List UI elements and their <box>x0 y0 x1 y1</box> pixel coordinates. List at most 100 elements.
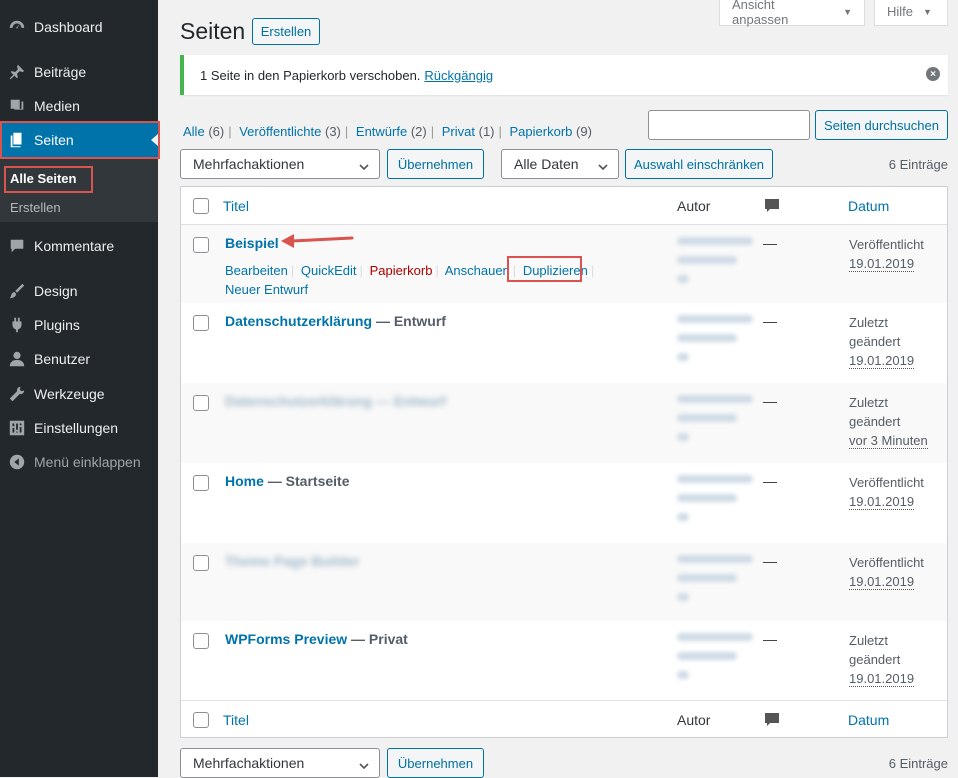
chevron-down-icon <box>359 159 369 171</box>
plugin-icon <box>0 316 34 334</box>
row-title-link[interactable]: Home <box>225 473 264 489</box>
comment-count: — <box>763 631 777 647</box>
pin-icon <box>0 63 34 81</box>
date-filter-select[interactable]: Alle Daten <box>501 149 619 179</box>
author-blurred <box>677 237 753 294</box>
menu-einstellungen[interactable]: Einstellungen <box>0 411 158 445</box>
column-date[interactable]: Datum <box>848 712 889 728</box>
row-title-link[interactable]: Datenschutzerklärung <box>225 313 372 329</box>
item-count: 6 Einträge <box>888 157 948 172</box>
search-pages-button[interactable]: Seiten durchsuchen <box>815 110 948 140</box>
author-blurred <box>677 315 753 372</box>
author-blurred <box>677 633 753 690</box>
screen-options-button[interactable]: Ansicht anpassen ▼ <box>719 0 865 27</box>
view-private[interactable]: Privat (1) <box>442 124 495 139</box>
item-count-bottom: 6 Einträge <box>888 756 948 771</box>
pages-table: Titel Autor Datum Beispiel Bearbeiten | Q… <box>180 186 948 738</box>
view-drafts[interactable]: Entwürfe (2) <box>356 124 427 139</box>
collapse-icon <box>0 453 34 471</box>
menu-seiten[interactable]: Seiten <box>0 123 159 157</box>
brush-icon <box>0 282 34 300</box>
action-quickedit[interactable]: QuickEdit <box>301 263 357 278</box>
select-all-checkbox[interactable] <box>193 712 209 728</box>
comment-bubble-icon <box>764 198 780 214</box>
row-date: Veröffentlicht 19.01.2019 <box>849 475 924 510</box>
table-row: Theme Page Builder — Veröffentlicht 19.01… <box>181 543 947 621</box>
row-checkbox[interactable] <box>193 633 209 649</box>
author-blurred <box>677 395 753 452</box>
dismiss-notice-icon[interactable]: × <box>926 67 940 81</box>
pages-icon <box>0 131 34 149</box>
table-row: WPForms Preview — Privat — Zuletzt geänd… <box>181 621 947 700</box>
filter-apply-button[interactable]: Auswahl einschränken <box>625 149 773 179</box>
menu-collapse[interactable]: Menü einklappen <box>0 445 158 479</box>
menu-dashboard[interactable]: Dashboard <box>0 10 158 44</box>
row-date: Veröffentlicht 19.01.2019 <box>849 237 924 272</box>
success-notice: 1 Seite in den Papierkorb verschoben. Rü… <box>180 55 948 95</box>
author-blurred <box>677 475 753 532</box>
row-checkbox[interactable] <box>193 555 209 571</box>
column-author: Autor <box>677 197 711 214</box>
bulk-actions-select-bottom[interactable]: Mehrfachaktionen <box>180 748 380 778</box>
caret-down-icon: ▼ <box>843 6 852 17</box>
row-checkbox[interactable] <box>193 315 209 331</box>
column-author: Autor <box>677 711 711 728</box>
table-row: Home — Startseite — Veröffentlicht 19.01.… <box>181 463 947 543</box>
action-trash[interactable]: Papierkorb <box>370 263 433 278</box>
comment-icon <box>0 237 34 255</box>
comment-count: — <box>763 393 777 409</box>
comment-count: — <box>763 473 777 489</box>
select-all-checkbox[interactable] <box>193 198 209 214</box>
submenu-alle-seiten[interactable]: Alle Seiten <box>10 171 76 186</box>
menu-beitraege[interactable]: Beiträge <box>0 55 158 89</box>
submenu-erstellen[interactable]: Erstellen <box>10 200 61 215</box>
view-trash[interactable]: Papierkorb (9) <box>510 124 592 139</box>
view-filters: Alle (6) | Veröffentlichte (3) | Entwürfe … <box>183 124 592 139</box>
row-date: Zuletzt geändert 19.01.2019 <box>849 315 915 369</box>
menu-medien[interactable]: Medien <box>0 89 158 123</box>
action-edit[interactable]: Bearbeiten <box>225 263 288 278</box>
table-row: Datenschutzerklärung — Entwurf — Zuletzt… <box>181 303 947 383</box>
column-date[interactable]: Datum <box>848 198 889 214</box>
chevron-down-icon <box>598 159 608 171</box>
column-title[interactable]: Titel <box>223 712 249 728</box>
menu-benutzer[interactable]: Benutzer <box>0 342 158 376</box>
row-checkbox[interactable] <box>193 237 209 253</box>
table-header: Titel Autor Datum <box>181 187 947 225</box>
action-view[interactable]: Anschauen <box>445 263 510 278</box>
action-duplicate[interactable]: Duplizieren <box>523 263 588 278</box>
caret-down-icon: ▼ <box>923 6 932 17</box>
bulk-apply-button[interactable]: Übernehmen <box>387 149 484 179</box>
row-checkbox[interactable] <box>193 395 209 411</box>
row-checkbox[interactable] <box>193 475 209 491</box>
row-date: Zuletzt geändert 19.01.2019 <box>849 633 915 687</box>
undo-link[interactable]: Rückgängig <box>424 68 493 83</box>
column-title[interactable]: Titel <box>223 198 249 214</box>
row-date: Zuletzt geändert vor 3 Minuten <box>849 395 928 449</box>
view-all[interactable]: Alle (6) <box>183 124 224 139</box>
view-published[interactable]: Veröffentlichte (3) <box>239 124 341 139</box>
row-title-blurred[interactable]: Datenschutzerklärung — Entwurf <box>225 393 446 409</box>
row-title-blurred[interactable]: Theme Page Builder <box>225 553 360 569</box>
search-input[interactable] <box>648 110 810 140</box>
submenu-seiten: Alle Seiten Erstellen <box>0 158 158 222</box>
menu-plugins[interactable]: Plugins <box>0 308 158 342</box>
row-title-link[interactable]: Beispiel <box>225 235 279 251</box>
row-title-link[interactable]: WPForms Preview <box>225 631 347 647</box>
comment-count: — <box>763 235 777 251</box>
bulk-apply-button-bottom[interactable]: Übernehmen <box>387 748 484 778</box>
comment-bubble-icon <box>764 712 780 728</box>
menu-werkzeuge[interactable]: Werkzeuge <box>0 377 158 411</box>
comment-count: — <box>763 313 777 329</box>
help-button[interactable]: Hilfe ▼ <box>874 0 948 26</box>
menu-kommentare[interactable]: Kommentare <box>0 229 158 263</box>
action-new-draft[interactable]: Neuer Entwurf <box>225 282 308 297</box>
menu-design[interactable]: Design <box>0 274 158 308</box>
main-content: Ansicht anpassen ▼ Hilfe ▼ Seiten Erstelle… <box>158 0 958 778</box>
media-icon <box>0 97 34 115</box>
table-footer: Titel Autor Datum <box>181 700 947 738</box>
settings-icon <box>0 419 34 437</box>
row-actions: Bearbeiten | QuickEdit | Papierkorb | Ansch… <box>225 263 595 297</box>
bulk-actions-select[interactable]: Mehrfachaktionen <box>180 149 380 179</box>
add-new-page-button[interactable]: Erstellen <box>252 18 320 45</box>
